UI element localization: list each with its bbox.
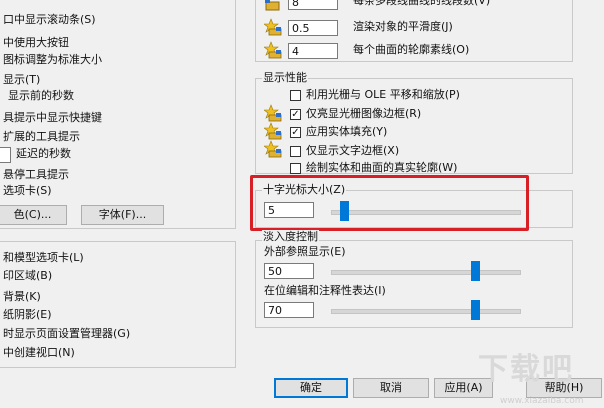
crosshair-highlight-box [250, 175, 529, 231]
shortcut-in-tooltips-label[interactable]: 具提示中显示快捷键 [3, 111, 102, 125]
xref-display-slider[interactable] [471, 261, 480, 281]
smoothness-label: 渲染对象的平滑度(J) [353, 20, 453, 33]
inplace-edit-label: 在位编辑和注释性表达(I) [264, 284, 386, 297]
fade-control-title: 淡入度控制 [262, 230, 319, 244]
paper-shadow-label[interactable]: 纸阴影(E) [3, 308, 52, 322]
inplace-edit-track [331, 309, 521, 314]
xref-display-field[interactable]: 50 [264, 263, 314, 279]
true-silhouettes-checkbox[interactable] [290, 163, 301, 174]
inplace-edit-slider[interactable] [471, 300, 480, 320]
raster-frame-label[interactable]: 仅亮显光栅图像边框(R) [306, 107, 421, 121]
pan-zoom-raster-label[interactable]: 利用光栅与 OLE 平移和缩放(P) [306, 88, 460, 102]
solid-fill-checkbox[interactable]: ✓ [290, 127, 301, 138]
site-watermark: 下载吧 [478, 352, 574, 387]
page-setup-manager-label[interactable]: 时显示页面设置管理器(G) [3, 327, 130, 341]
contour-icon [263, 41, 282, 59]
extended-delay-label: 延迟的秒数 [16, 147, 71, 160]
inplace-edit-field[interactable]: 70 [264, 302, 314, 318]
site-watermark-url: www.xiazaiba.com [500, 396, 584, 406]
pan-zoom-raster-checkbox[interactable] [290, 90, 301, 101]
rollover-tooltips-label[interactable]: 悬停工具提示 [3, 168, 69, 182]
cancel-button[interactable]: 取消 [353, 378, 429, 398]
scrollbar-option-label[interactable]: 口中显示滚动条(S) [3, 13, 96, 27]
paper-background-label[interactable]: 背景(K) [3, 290, 41, 304]
file-tabs-label[interactable]: 选项卡(S) [3, 184, 52, 198]
raster-frame-checkbox[interactable]: ✓ [290, 109, 301, 120]
large-buttons-option-label[interactable]: 中使用大按钮 [3, 36, 69, 50]
resize-icons-option-label[interactable]: 图标调整为标准大小 [3, 53, 102, 67]
extended-tooltips-label[interactable]: 扩展的工具提示 [3, 130, 80, 144]
xref-display-label: 外部参照显示(E) [264, 245, 346, 258]
show-tooltips-option-label[interactable]: 显示(T) [3, 73, 40, 87]
extended-delay-field[interactable] [0, 147, 11, 163]
create-viewport-label[interactable]: 中创建视口(N) [3, 346, 75, 360]
text-frame-checkbox[interactable] [290, 146, 301, 157]
layout-model-tabs-label[interactable]: 和模型选项卡(L) [3, 251, 84, 265]
solid-fill-icon [263, 122, 282, 140]
printable-area-label[interactable]: 印区域(B) [3, 269, 52, 283]
solid-fill-label[interactable]: 应用实体填充(Y) [306, 125, 387, 139]
text-frame-icon [263, 140, 282, 158]
resolution-icon [264, 0, 282, 15]
true-silhouettes-label[interactable]: 绘制实体和曲面的真实轮廓(W) [306, 161, 457, 175]
fonts-button[interactable]: 字体(F)... [81, 205, 164, 225]
text-frame-label[interactable]: 仅显示文字边框(X) [306, 144, 399, 158]
contour-lines-label: 每个曲面的轮廓素线(O) [353, 43, 470, 56]
raster-frame-icon [263, 104, 282, 122]
colors-button[interactable]: 色(C)... [0, 205, 67, 225]
tooltip-delay-label: 显示前的秒数 [8, 89, 74, 102]
ok-button[interactable]: 确定 [274, 378, 348, 398]
options-dialog: 口中显示滚动条(S) 中使用大按钮 图标调整为标准大小 显示(T) 显示前的秒数… [0, 0, 604, 408]
segments-field[interactable]: 8 [288, 0, 338, 10]
smoothness-icon [263, 18, 282, 36]
xref-display-track [331, 270, 521, 275]
smoothness-field[interactable]: 0.5 [288, 20, 338, 36]
contour-lines-field[interactable]: 4 [288, 43, 338, 59]
display-performance-title: 显示性能 [262, 71, 308, 85]
segments-label: 每条多段线曲线的线段数(V) [353, 0, 491, 7]
